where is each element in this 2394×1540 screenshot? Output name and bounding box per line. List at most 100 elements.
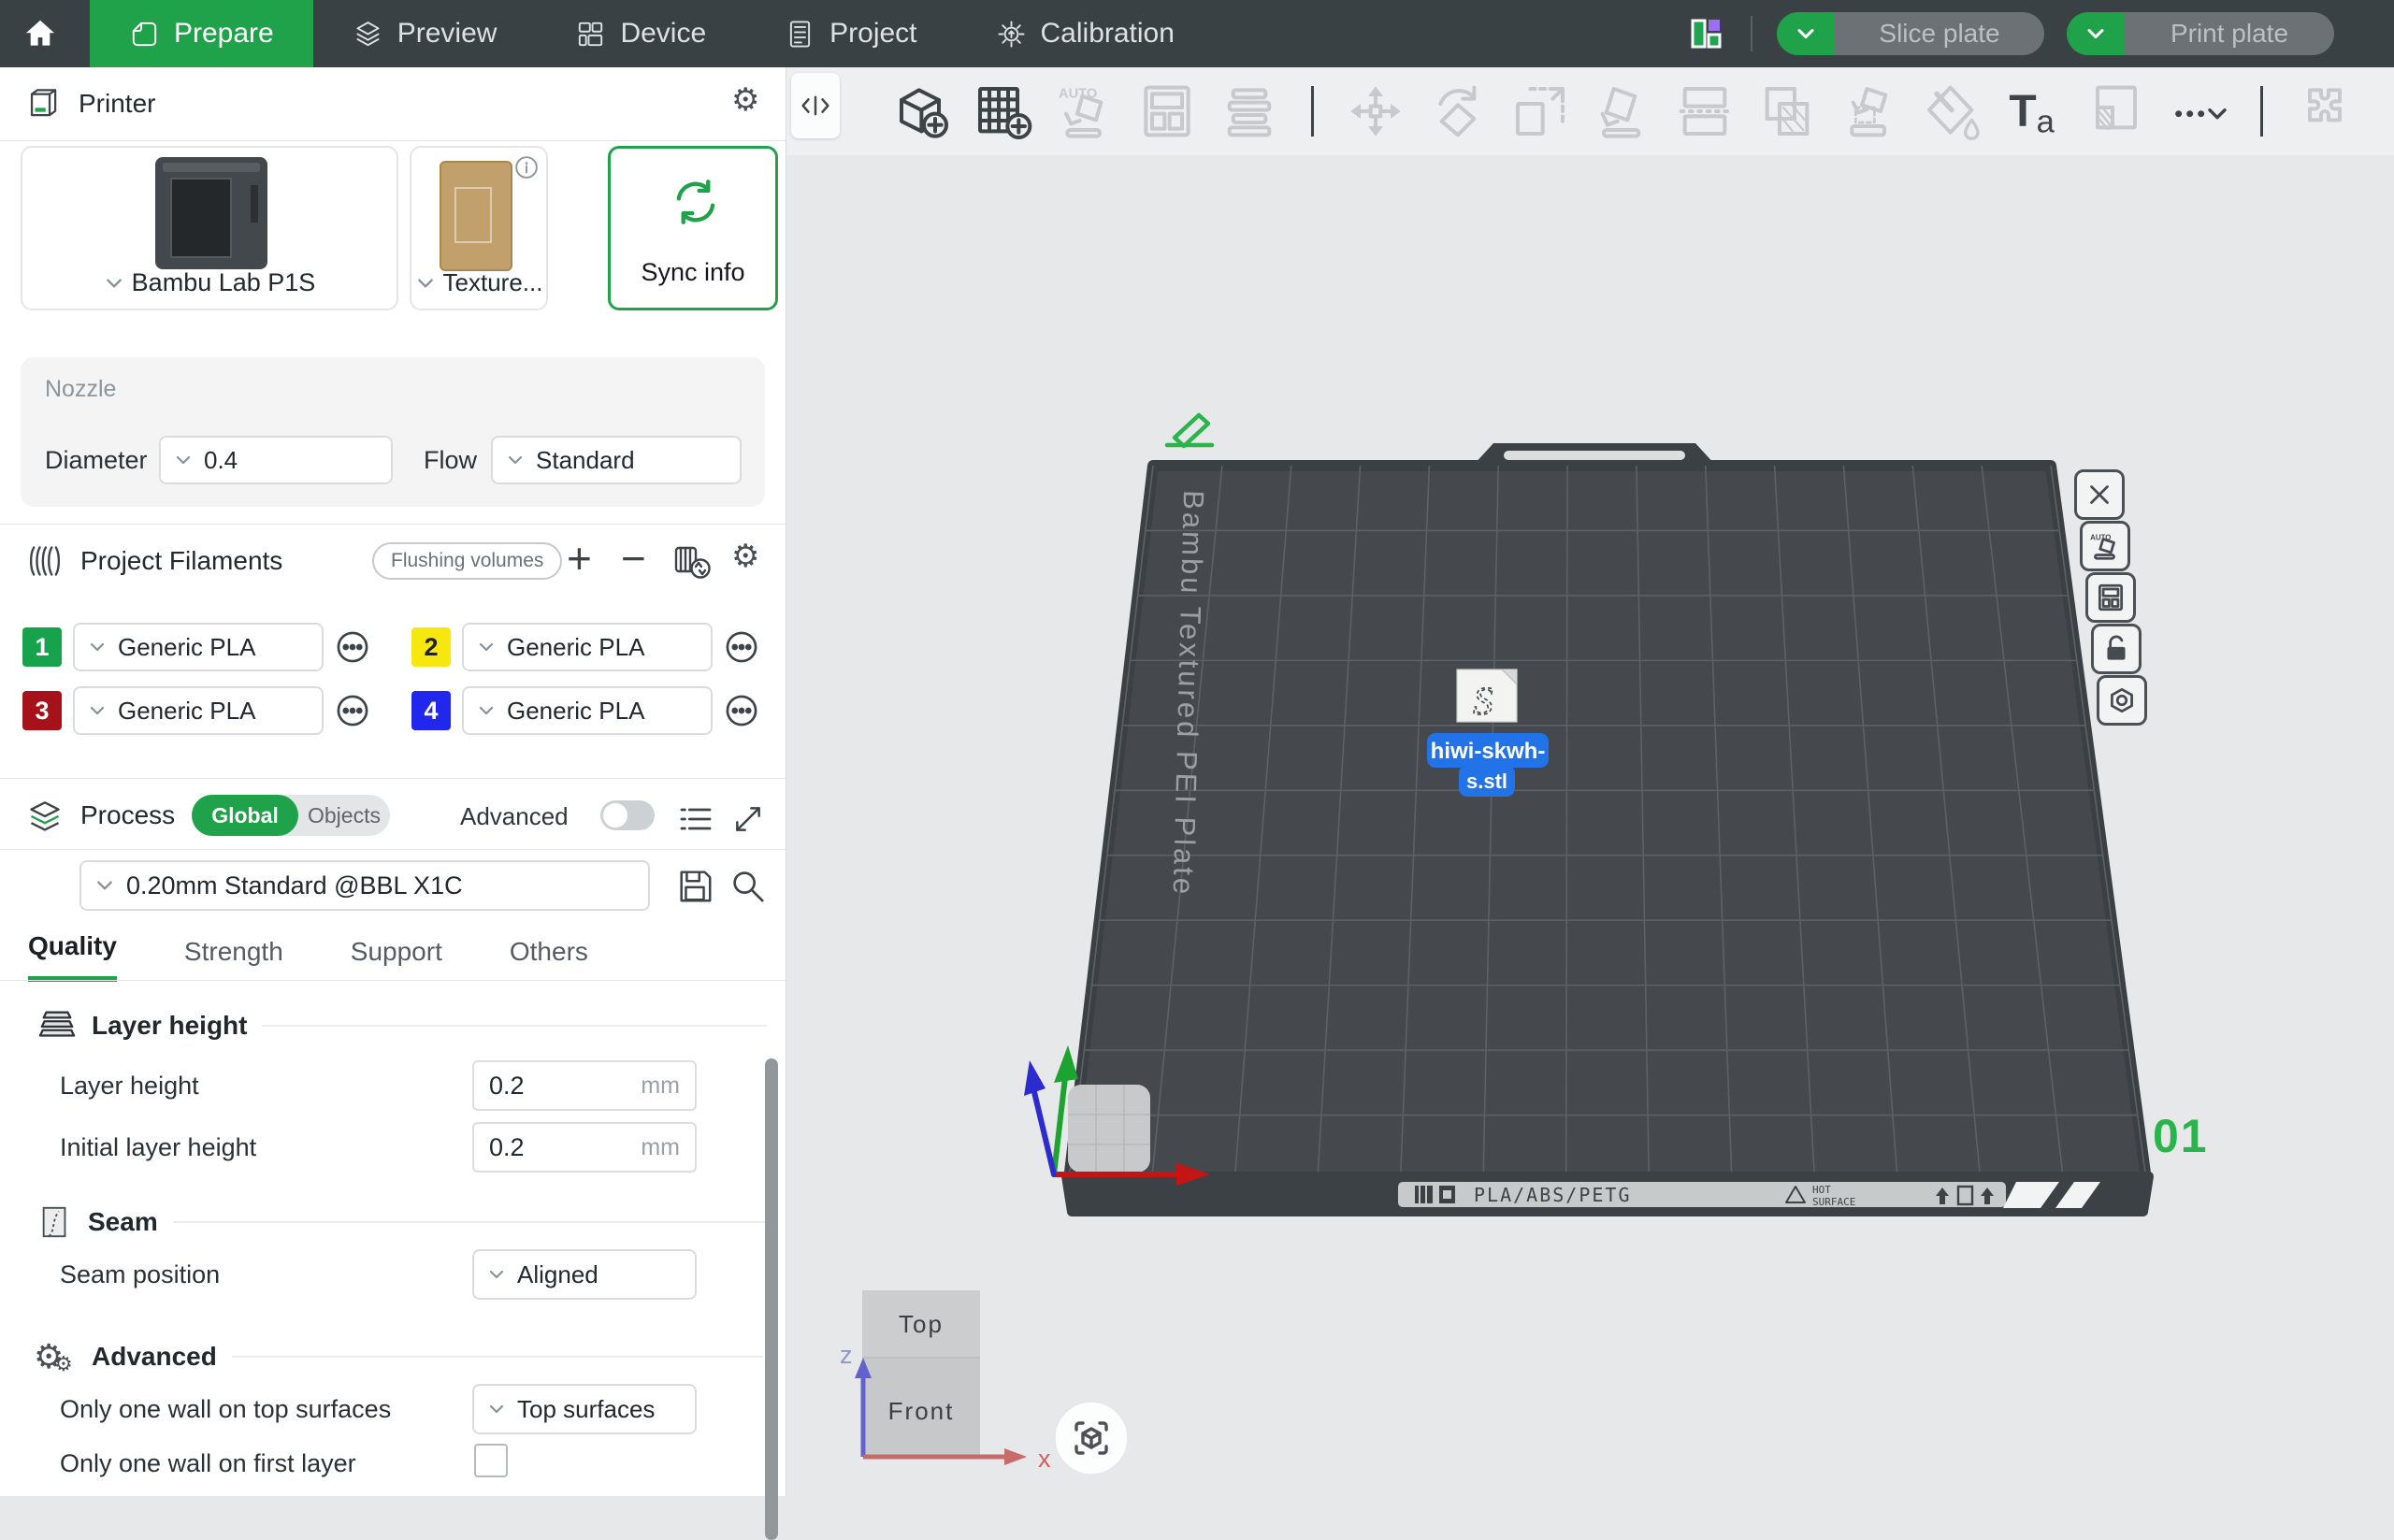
filament-2-material: Generic PLA	[507, 633, 644, 662]
tab-support[interactable]: Support	[351, 937, 442, 982]
toolbar-separator	[2260, 86, 2263, 137]
remove-filament-button[interactable]: −	[621, 533, 646, 583]
filament-slot-color-4[interactable]: 4	[411, 691, 451, 730]
tab-others[interactable]: Others	[510, 937, 588, 982]
filament-3-select[interactable]: Generic PLA	[73, 686, 324, 735]
home-icon	[22, 16, 58, 51]
compare-presets-icon[interactable]	[729, 800, 767, 838]
printer-card[interactable]: Bambu Lab P1S	[21, 146, 398, 310]
scope-global-segment[interactable]: Global	[192, 795, 298, 836]
tab-project[interactable]: Project	[745, 0, 956, 67]
chevron-down-icon	[88, 701, 107, 720]
filament-4-material: Generic PLA	[507, 697, 644, 726]
viewport-3d[interactable]: Bambu Textured PEI Plate PLA/ABS/PETG HO…	[786, 67, 2394, 1496]
search-preset-icon[interactable]	[728, 866, 767, 905]
param-list-icon[interactable]	[677, 800, 714, 838]
model-object[interactable]: S	[1457, 669, 1517, 724]
tab-preview[interactable]: Preview	[313, 0, 537, 67]
seam-position-select[interactable]: Aligned	[472, 1249, 697, 1300]
only-one-wall-first-checkbox[interactable]	[474, 1444, 508, 1477]
advanced-mode-toggle[interactable]	[600, 800, 655, 830]
more-tools-icon[interactable]	[2169, 81, 2228, 141]
printer-settings-gear-icon[interactable]: ⚙	[731, 84, 759, 116]
modifier-icon	[2086, 81, 2146, 141]
process-tabs: Quality Strength Support Others	[28, 929, 588, 982]
lock-plate-button[interactable]	[2091, 624, 2142, 674]
seam-position-value: Aligned	[517, 1260, 598, 1289]
plate-type-select[interactable]: Texture...	[411, 268, 546, 297]
add-plate-icon[interactable]	[973, 81, 1032, 141]
collapse-sidebar-button[interactable]	[791, 73, 840, 138]
print-plate-action[interactable]: Print plate	[2125, 12, 2334, 55]
tab-prepare[interactable]: Prepare	[90, 0, 313, 67]
save-preset-icon[interactable]	[675, 866, 714, 905]
plate-layout-icon[interactable]	[1685, 13, 1726, 54]
slice-options-dropdown[interactable]	[1777, 12, 1835, 55]
nozzle-diameter-select[interactable]: 0.4	[159, 436, 393, 484]
scope-objects-segment[interactable]: Objects	[298, 795, 390, 836]
printer-select[interactable]: Bambu Lab P1S	[22, 268, 397, 297]
filament-slot-color-1[interactable]: 1	[22, 627, 62, 667]
build-plate-card[interactable]: Texture...	[410, 146, 548, 310]
sync-info-button[interactable]: Sync info	[608, 146, 778, 310]
preview-icon	[353, 19, 383, 50]
add-object-icon[interactable]	[890, 81, 950, 141]
bambu-studio-window: Prepare Preview Device Project Calibrati…	[0, 0, 2394, 1496]
text-shape-icon[interactable]: Ta	[2004, 81, 2064, 141]
filament-slot-color-2[interactable]: 2	[411, 627, 451, 667]
nav-cube[interactable]: Top Front	[862, 1290, 980, 1457]
info-icon[interactable]	[514, 155, 539, 180]
plate-settings-button[interactable]	[2097, 675, 2147, 726]
slice-plate-action[interactable]: Slice plate	[1835, 12, 2044, 55]
nozzle-flow-select[interactable]: Standard	[491, 436, 742, 484]
svg-text:T: T	[2009, 87, 2036, 137]
tab-device[interactable]: Device	[536, 0, 745, 67]
plate-number[interactable]: 01	[2153, 1110, 2209, 1162]
chevron-down-icon	[506, 451, 525, 469]
printer-icon	[26, 86, 62, 122]
tab-quality[interactable]: Quality	[28, 931, 117, 982]
only-one-wall-top-select[interactable]: Top surfaces	[472, 1384, 697, 1434]
filament-2-menu-icon[interactable]	[724, 629, 759, 665]
filament-1-select[interactable]: Generic PLA	[73, 623, 324, 671]
chevron-down-icon	[415, 273, 436, 294]
arrange-plate-button[interactable]	[2085, 572, 2136, 623]
nav-cube-front-label[interactable]: Front	[888, 1397, 955, 1425]
advanced-section-header: ⚙ ⚙ Advanced	[34, 1335, 763, 1378]
chevron-down-icon	[88, 638, 107, 656]
split-to-objects-icon	[1219, 81, 1279, 141]
filament-slot-color-3[interactable]: 3	[22, 691, 62, 730]
filament-settings-gear-icon[interactable]: ⚙	[731, 540, 759, 572]
tab-calibration[interactable]: Calibration	[957, 0, 1214, 67]
layer-height-label: Layer height	[60, 1072, 199, 1101]
home-button[interactable]	[0, 0, 80, 67]
layer-height-input[interactable]: 0.2 mm	[472, 1060, 697, 1111]
delete-plate-button[interactable]	[2074, 469, 2125, 520]
sidebar-scrollbar[interactable]	[765, 1058, 778, 1540]
filament-4-select[interactable]: Generic PLA	[462, 686, 713, 735]
mesh-boolean-icon	[1757, 81, 1817, 141]
filament-4-menu-icon[interactable]	[724, 693, 759, 728]
tab-strength[interactable]: Strength	[184, 937, 283, 982]
print-options-dropdown[interactable]	[2067, 12, 2125, 55]
process-scope-toggle[interactable]: Global Objects	[192, 795, 390, 836]
sidebar: Printer ⚙ Bambu Lab P1S Texture... Sync …	[0, 67, 786, 1496]
swap-filament-icon[interactable]	[671, 542, 713, 583]
flushing-volumes-button[interactable]: Flushing volumes	[372, 542, 562, 580]
nav-cube-top-label[interactable]: Top	[899, 1310, 944, 1338]
initial-layer-height-input[interactable]: 0.2 mm	[472, 1122, 697, 1173]
arrange-icon	[1137, 81, 1197, 141]
filament-1-menu-icon[interactable]	[335, 629, 370, 665]
add-filament-button[interactable]: +	[567, 533, 592, 583]
svg-text:s.stl: s.stl	[1466, 770, 1507, 793]
edit-plate-name-icon[interactable]	[1167, 415, 1212, 446]
build-plate[interactable]: Bambu Textured PEI Plate PLA/ABS/PETG HO…	[1066, 443, 2149, 1212]
initial-layer-height-unit: mm	[641, 1134, 680, 1161]
filament-3-menu-icon[interactable]	[335, 693, 370, 728]
printer-section-title: Printer	[79, 89, 155, 119]
filament-2-select[interactable]: Generic PLA	[462, 623, 713, 671]
plate-image	[440, 161, 512, 271]
process-profile-select[interactable]: 0.20mm Standard @BBL X1C	[79, 860, 650, 911]
fit-view-button[interactable]	[1055, 1402, 1128, 1475]
auto-orient-plate-button[interactable]: AUTO	[2080, 521, 2130, 571]
